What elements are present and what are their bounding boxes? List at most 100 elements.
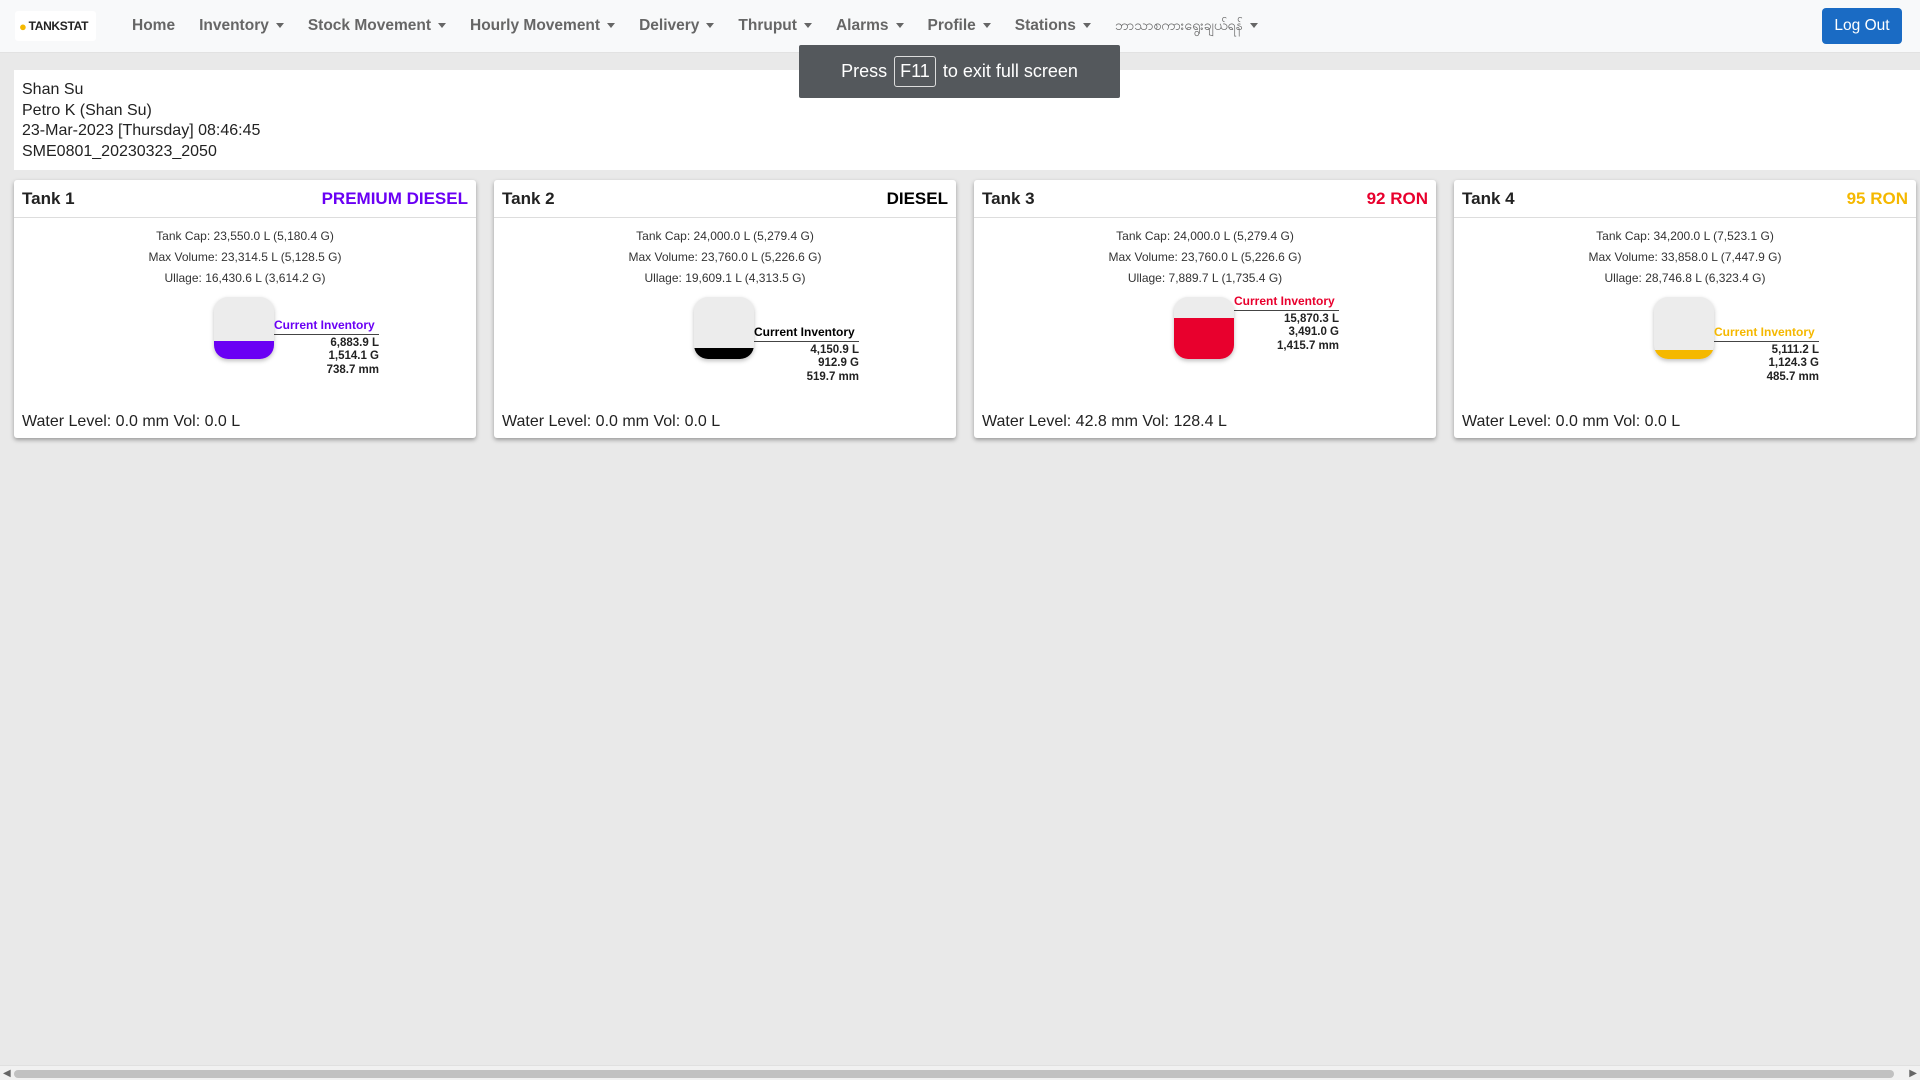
current-inventory-label: Current Inventory	[1234, 294, 1339, 311]
nav-language[interactable]: ဘာသာစကားရွေးချယ်ရန်	[1103, 16, 1270, 37]
tank-gauge: Current Inventory 5,111.2 L 1,124.3 G 48…	[1454, 289, 1916, 399]
tank-ullage: Ullage: 28,746.8 L (6,323.4 G)	[1604, 271, 1766, 285]
caret-down-icon	[706, 22, 715, 28]
tank-level-icon	[214, 297, 274, 359]
nav-thruput-label: Thruput	[738, 17, 797, 34]
tank-product: 92 RON	[1366, 188, 1428, 208]
caret-down-icon	[438, 22, 447, 28]
tank-gauge: Current Inventory 6,883.9 L 1,514.1 G 73…	[14, 289, 476, 399]
nav-profile[interactable]: Profile	[916, 17, 1003, 35]
caret-down-icon	[895, 22, 904, 28]
nav-inventory-label: Inventory	[199, 17, 269, 34]
tank-ullage: Ullage: 16,430.6 L (3,614.2 G)	[164, 271, 326, 285]
tank-fill	[1654, 349, 1714, 359]
inventory-gallons: 912.9 G	[818, 357, 859, 369]
water-level: Water Level: 0.0 mm Vol: 0.0 L	[22, 413, 241, 430]
horizontal-scrollbar[interactable]: ◀ ▶	[0, 1065, 1920, 1080]
inventory-gallons: 1,514.1 G	[328, 350, 379, 362]
inventory-gallons: 1,124.3 G	[1768, 357, 1819, 369]
tank-specs: Tank Cap: 24,000.0 L (5,279.4 G) Max Vol…	[974, 226, 1436, 289]
tank-card-header: Tank 3 92 RON	[974, 180, 1436, 218]
scrollbar-thumb[interactable]	[14, 1070, 1894, 1078]
nav-hourly-movement-label: Hourly Movement	[470, 17, 601, 34]
fuel-drop-icon: ●	[19, 18, 27, 34]
inventory-liters: 5,111.2 L	[1771, 343, 1819, 356]
tank-gauge: Current Inventory 15,870.3 L 3,491.0 G 1…	[974, 289, 1436, 399]
tank-ullage: Ullage: 7,889.7 L (1,735.4 G)	[1127, 271, 1283, 285]
nav-hourly-movement[interactable]: Hourly Movement	[458, 17, 627, 35]
main-nav: Home Inventory Stock Movement Hourly Mov…	[120, 16, 1270, 37]
inventory-height: 738.7 mm	[326, 363, 379, 376]
tank-level-icon	[694, 297, 754, 359]
toast-suffix-text: to exit full screen	[942, 61, 1078, 81]
tank-product: DIESEL	[886, 188, 948, 208]
toast-key: F11	[894, 56, 936, 87]
tank-fill	[214, 341, 274, 359]
nav-delivery-label: Delivery	[639, 17, 700, 34]
tank-product: 95 RON	[1846, 188, 1908, 208]
tank-name: Tank 2	[502, 188, 555, 208]
tank-specs: Tank Cap: 34,200.0 L (7,523.1 G) Max Vol…	[1454, 226, 1916, 289]
tank-specs: Tank Cap: 24,000.0 L (5,279.4 G) Max Vol…	[494, 226, 956, 289]
tank-card-header: Tank 4 95 RON	[1454, 180, 1916, 218]
tank-cap: Tank Cap: 34,200.0 L (7,523.1 G)	[1596, 229, 1774, 243]
tank-product: PREMIUM DIESEL	[321, 188, 468, 208]
nav-inventory[interactable]: Inventory	[187, 17, 296, 35]
inventory-height: 485.7 mm	[1766, 370, 1819, 383]
tank-max-volume: Max Volume: 23,760.0 L (5,226.6 G)	[1108, 250, 1302, 264]
tank-card-header: Tank 1 PREMIUM DIESEL	[14, 180, 476, 218]
nav-delivery[interactable]: Delivery	[627, 17, 726, 35]
scroll-right-icon[interactable]: ▶	[1909, 1068, 1917, 1079]
inventory-liters: 15,870.3 L	[1284, 312, 1339, 325]
tank-name: Tank 1	[22, 188, 75, 208]
nav-profile-label: Profile	[927, 17, 976, 34]
brand-logo[interactable]: ● TANKSTAT	[15, 11, 96, 41]
caret-down-icon	[982, 22, 991, 28]
nav-thruput[interactable]: Thruput	[726, 17, 824, 35]
caret-down-icon	[803, 22, 812, 28]
tank-gauge: Current Inventory 4,150.9 L 912.9 G 519.…	[494, 289, 956, 399]
station-owner: Petro K (Shan Su)	[22, 101, 152, 119]
current-inventory-label: Current Inventory	[754, 325, 859, 342]
tank-card-header: Tank 2 DIESEL	[494, 180, 956, 218]
tank-cap: Tank Cap: 24,000.0 L (5,279.4 G)	[1116, 229, 1294, 243]
nav-stock-movement[interactable]: Stock Movement	[296, 17, 458, 35]
nav-stock-movement-label: Stock Movement	[307, 17, 432, 34]
tank-card-4: Tank 4 95 RON Tank Cap: 34,200.0 L (7,52…	[1454, 180, 1916, 438]
toast-press-text: Press	[841, 61, 888, 81]
water-level: Water Level: 0.0 mm Vol: 0.0 L	[502, 413, 721, 430]
inventory-height: 519.7 mm	[806, 370, 859, 383]
tank-specs: Tank Cap: 23,550.0 L (5,180.4 G) Max Vol…	[14, 226, 476, 289]
nav-language-label: ဘာသာစကားရွေးချယ်ရန်	[1114, 16, 1243, 33]
tank-card-3: Tank 3 92 RON Tank Cap: 24,000.0 L (5,27…	[974, 180, 1436, 438]
tank-fill	[1174, 318, 1234, 359]
tank-fill	[694, 348, 754, 359]
nav-stations-label: Stations	[1014, 17, 1076, 34]
fullscreen-toast: Press F11 to exit full screen	[799, 45, 1120, 98]
nav-alarms-label: Alarms	[835, 17, 889, 34]
current-inventory: Current Inventory 6,883.9 L 1,514.1 G 73…	[274, 318, 379, 377]
scroll-left-icon[interactable]: ◀	[3, 1068, 11, 1079]
nav-alarms[interactable]: Alarms	[824, 17, 916, 35]
logout-button[interactable]: Log Out	[1822, 8, 1902, 44]
caret-down-icon	[275, 22, 284, 28]
nav-stations[interactable]: Stations	[1003, 17, 1103, 35]
station-datetime: 23-Mar-2023 [Thursday] 08:46:45	[22, 122, 261, 139]
tank-card-1: Tank 1 PREMIUM DIESEL Tank Cap: 23,550.0…	[14, 180, 476, 438]
nav-home-label: Home	[132, 17, 176, 34]
tank-name: Tank 3	[982, 188, 1035, 208]
water-level: Water Level: 42.8 mm Vol: 128.4 L	[982, 413, 1227, 430]
tank-card-2: Tank 2 DIESEL Tank Cap: 24,000.0 L (5,27…	[494, 180, 956, 438]
caret-down-icon	[1082, 22, 1091, 28]
tank-level-icon	[1654, 297, 1714, 359]
tank-max-volume: Max Volume: 23,314.5 L (5,128.5 G)	[148, 250, 342, 264]
station-record-id: SME0801_20230323_2050	[22, 142, 217, 160]
inventory-liters: 4,150.9 L	[810, 343, 859, 356]
current-inventory: Current Inventory 15,870.3 L 3,491.0 G 1…	[1234, 294, 1339, 353]
tank-level-icon	[1174, 297, 1234, 359]
current-inventory-label: Current Inventory	[274, 318, 379, 335]
tank-max-volume: Max Volume: 33,858.0 L (7,447.9 G)	[1588, 250, 1782, 264]
water-level: Water Level: 0.0 mm Vol: 0.0 L	[1462, 413, 1681, 430]
tank-ullage: Ullage: 19,609.1 L (4,313.5 G)	[644, 271, 806, 285]
nav-home[interactable]: Home	[120, 17, 187, 35]
